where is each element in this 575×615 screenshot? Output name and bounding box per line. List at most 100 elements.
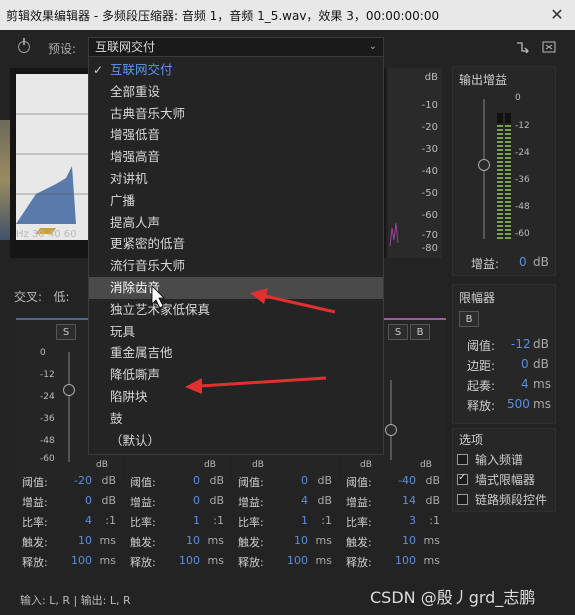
link-band-controls-checkbox[interactable] — [457, 494, 468, 505]
gain-slider-handle[interactable] — [478, 159, 490, 171]
band-4-threshold-track[interactable] — [390, 380, 392, 460]
preset-option[interactable]: 降低嘶声 — [89, 364, 383, 386]
band-4-solo-button[interactable]: S — [388, 324, 408, 340]
preset-option[interactable]: ✓ 互联网交付 — [89, 59, 383, 81]
input-spectrum-checkbox[interactable] — [457, 454, 468, 465]
preset-option[interactable]: 全部重设 — [89, 81, 383, 103]
preset-option[interactable]: 广播 — [89, 190, 383, 212]
band-2-gain[interactable]: 0 — [193, 494, 200, 507]
band-2-ratio[interactable]: 1 — [193, 514, 200, 527]
band-1-threshold[interactable]: -20 — [74, 474, 92, 487]
band-4-release[interactable]: 100 — [395, 554, 416, 567]
preset-option[interactable]: 重金属吉他 — [89, 342, 383, 364]
collapse-icon[interactable] — [542, 41, 556, 53]
crossover-low-label: 低: — [53, 290, 70, 304]
preset-option[interactable]: 提高人声 — [89, 212, 383, 234]
preset-option-label: 独立艺术家低保真 — [110, 301, 211, 317]
band-2-params: 阈值: 0 dB 增益: 0 dB 比率: 1:1 触发: 10 ms 释放: 100 ms — [124, 474, 230, 574]
preset-option[interactable]: 玩具 — [89, 321, 383, 343]
limiter-threshold-value[interactable]: -12 — [511, 337, 531, 351]
gain-label: 增益: — [471, 257, 500, 271]
band-3-attack[interactable]: 10 — [294, 534, 308, 547]
preset-option[interactable]: 独立艺术家低保真 — [89, 299, 383, 321]
preset-option[interactable]: 更紧密的低音 — [89, 233, 383, 255]
band-1-params: 阈值: -20 dB 增益: 0 dB 比率: 4:1 触发: 10 ms 释放: 100 ms — [16, 474, 122, 574]
limiter-attack-unit: ms — [533, 377, 551, 391]
close-icon[interactable]: ✕ — [547, 5, 567, 25]
preset-option[interactable]: 增强低音 — [89, 124, 383, 146]
power-icon[interactable] — [18, 38, 30, 53]
band-4-gain[interactable]: 14 — [402, 494, 416, 507]
brickwall-limiter-checkbox[interactable] — [457, 472, 468, 485]
band-4-attack[interactable]: 10 — [402, 534, 416, 547]
band-4-params: 阈值: -40 dB 增益: 14 dB 比率: 3:1 触发: 10 ms 释放: 100 ms — [340, 474, 446, 574]
limiter-margin-value[interactable]: 0 — [521, 357, 529, 371]
background-thumbnail — [0, 120, 10, 240]
preset-option-label: 重金属吉他 — [110, 345, 173, 361]
unit: :1 — [429, 514, 440, 527]
band-3-gain[interactable]: 4 — [301, 494, 308, 507]
db-tick: -30 — [421, 144, 438, 155]
threshold-label: 阈值: — [22, 476, 48, 489]
preset-option[interactable]: 鼓 — [89, 408, 383, 430]
preset-option[interactable]: 增强高音 — [89, 146, 383, 168]
preset-option[interactable]: （默认） — [89, 430, 383, 452]
limiter-panel: 限幅器 B 阈值: -12 dB 边距: 0 dB 起奏: 4 ms 释放: 5… — [452, 284, 556, 424]
limiter-release-unit: ms — [533, 397, 551, 411]
preset-label: 预设: — [48, 42, 77, 56]
gain-label: 增益: — [238, 496, 264, 509]
gain-label: 增益: — [130, 496, 156, 509]
unit: ms — [99, 534, 116, 547]
preset-option[interactable]: 对讲机 — [89, 168, 383, 190]
meter-tick: -24 — [515, 148, 530, 158]
attack-label: 触发: — [238, 536, 264, 549]
gain-label: 增益: — [346, 496, 372, 509]
band-4-ratio[interactable]: 3 — [409, 514, 416, 527]
limiter-margin-unit: dB — [533, 357, 549, 371]
band-3-threshold[interactable]: 0 — [301, 474, 308, 487]
limiter-attack-value[interactable]: 4 — [521, 377, 529, 391]
release-label: 释放: — [22, 556, 48, 569]
preset-select[interactable]: 互联网交付 ⌄ — [88, 37, 384, 57]
band-1-ratio[interactable]: 4 — [85, 514, 92, 527]
unit: dB — [209, 494, 224, 507]
preset-option[interactable]: 古典音乐大师 — [89, 103, 383, 125]
unit: dB — [425, 474, 440, 487]
limiter-threshold-label: 阈值: — [467, 339, 496, 353]
preset-option-label: 更紧密的低音 — [110, 236, 186, 252]
band-1-attack[interactable]: 10 — [78, 534, 92, 547]
band-4-meter-unit: dB — [420, 460, 432, 470]
unit: dB — [101, 474, 116, 487]
gain-value[interactable]: 0 — [519, 255, 527, 269]
band-1-threshold-track[interactable] — [68, 352, 70, 462]
attack-label: 触发: — [22, 536, 48, 549]
band-1-release[interactable]: 100 — [71, 554, 92, 567]
unit: ms — [315, 554, 332, 567]
band-4-threshold-handle[interactable] — [385, 424, 397, 436]
band-4-threshold[interactable]: -40 — [398, 474, 416, 487]
limiter-bypass-button[interactable]: B — [459, 311, 479, 327]
meter-tick: -60 — [515, 229, 530, 239]
routing-icon[interactable] — [516, 41, 530, 55]
preset-option-label: 玩具 — [110, 323, 136, 339]
unit: ms — [99, 554, 116, 567]
output-gain-panel: 输出增益 0 -12 -24 -36 -48 -60 增益: 0 dB — [452, 66, 556, 276]
band-2-threshold[interactable]: 0 — [193, 474, 200, 487]
gain-label: 增益: — [22, 496, 48, 509]
band-4-bypass-button[interactable]: B — [410, 324, 430, 340]
output-meter-right — [505, 113, 511, 239]
unit: ms — [315, 534, 332, 547]
band-tick: -48 — [40, 436, 55, 446]
preset-option[interactable]: 消除齿音 — [89, 277, 383, 299]
preset-option[interactable]: 流行音乐大师 — [89, 255, 383, 277]
band-3-release[interactable]: 100 — [287, 554, 308, 567]
band-1-solo-button[interactable]: S — [56, 324, 76, 340]
band-2-attack[interactable]: 10 — [186, 534, 200, 547]
band-2-release[interactable]: 100 — [179, 554, 200, 567]
limiter-threshold-unit: dB — [533, 337, 549, 351]
band-3-ratio[interactable]: 1 — [301, 514, 308, 527]
band-1-gain[interactable]: 0 — [85, 494, 92, 507]
preset-option[interactable]: 陷阱块 — [89, 386, 383, 408]
limiter-release-value[interactable]: 500 — [507, 397, 530, 411]
band-1-threshold-handle[interactable] — [63, 384, 75, 396]
